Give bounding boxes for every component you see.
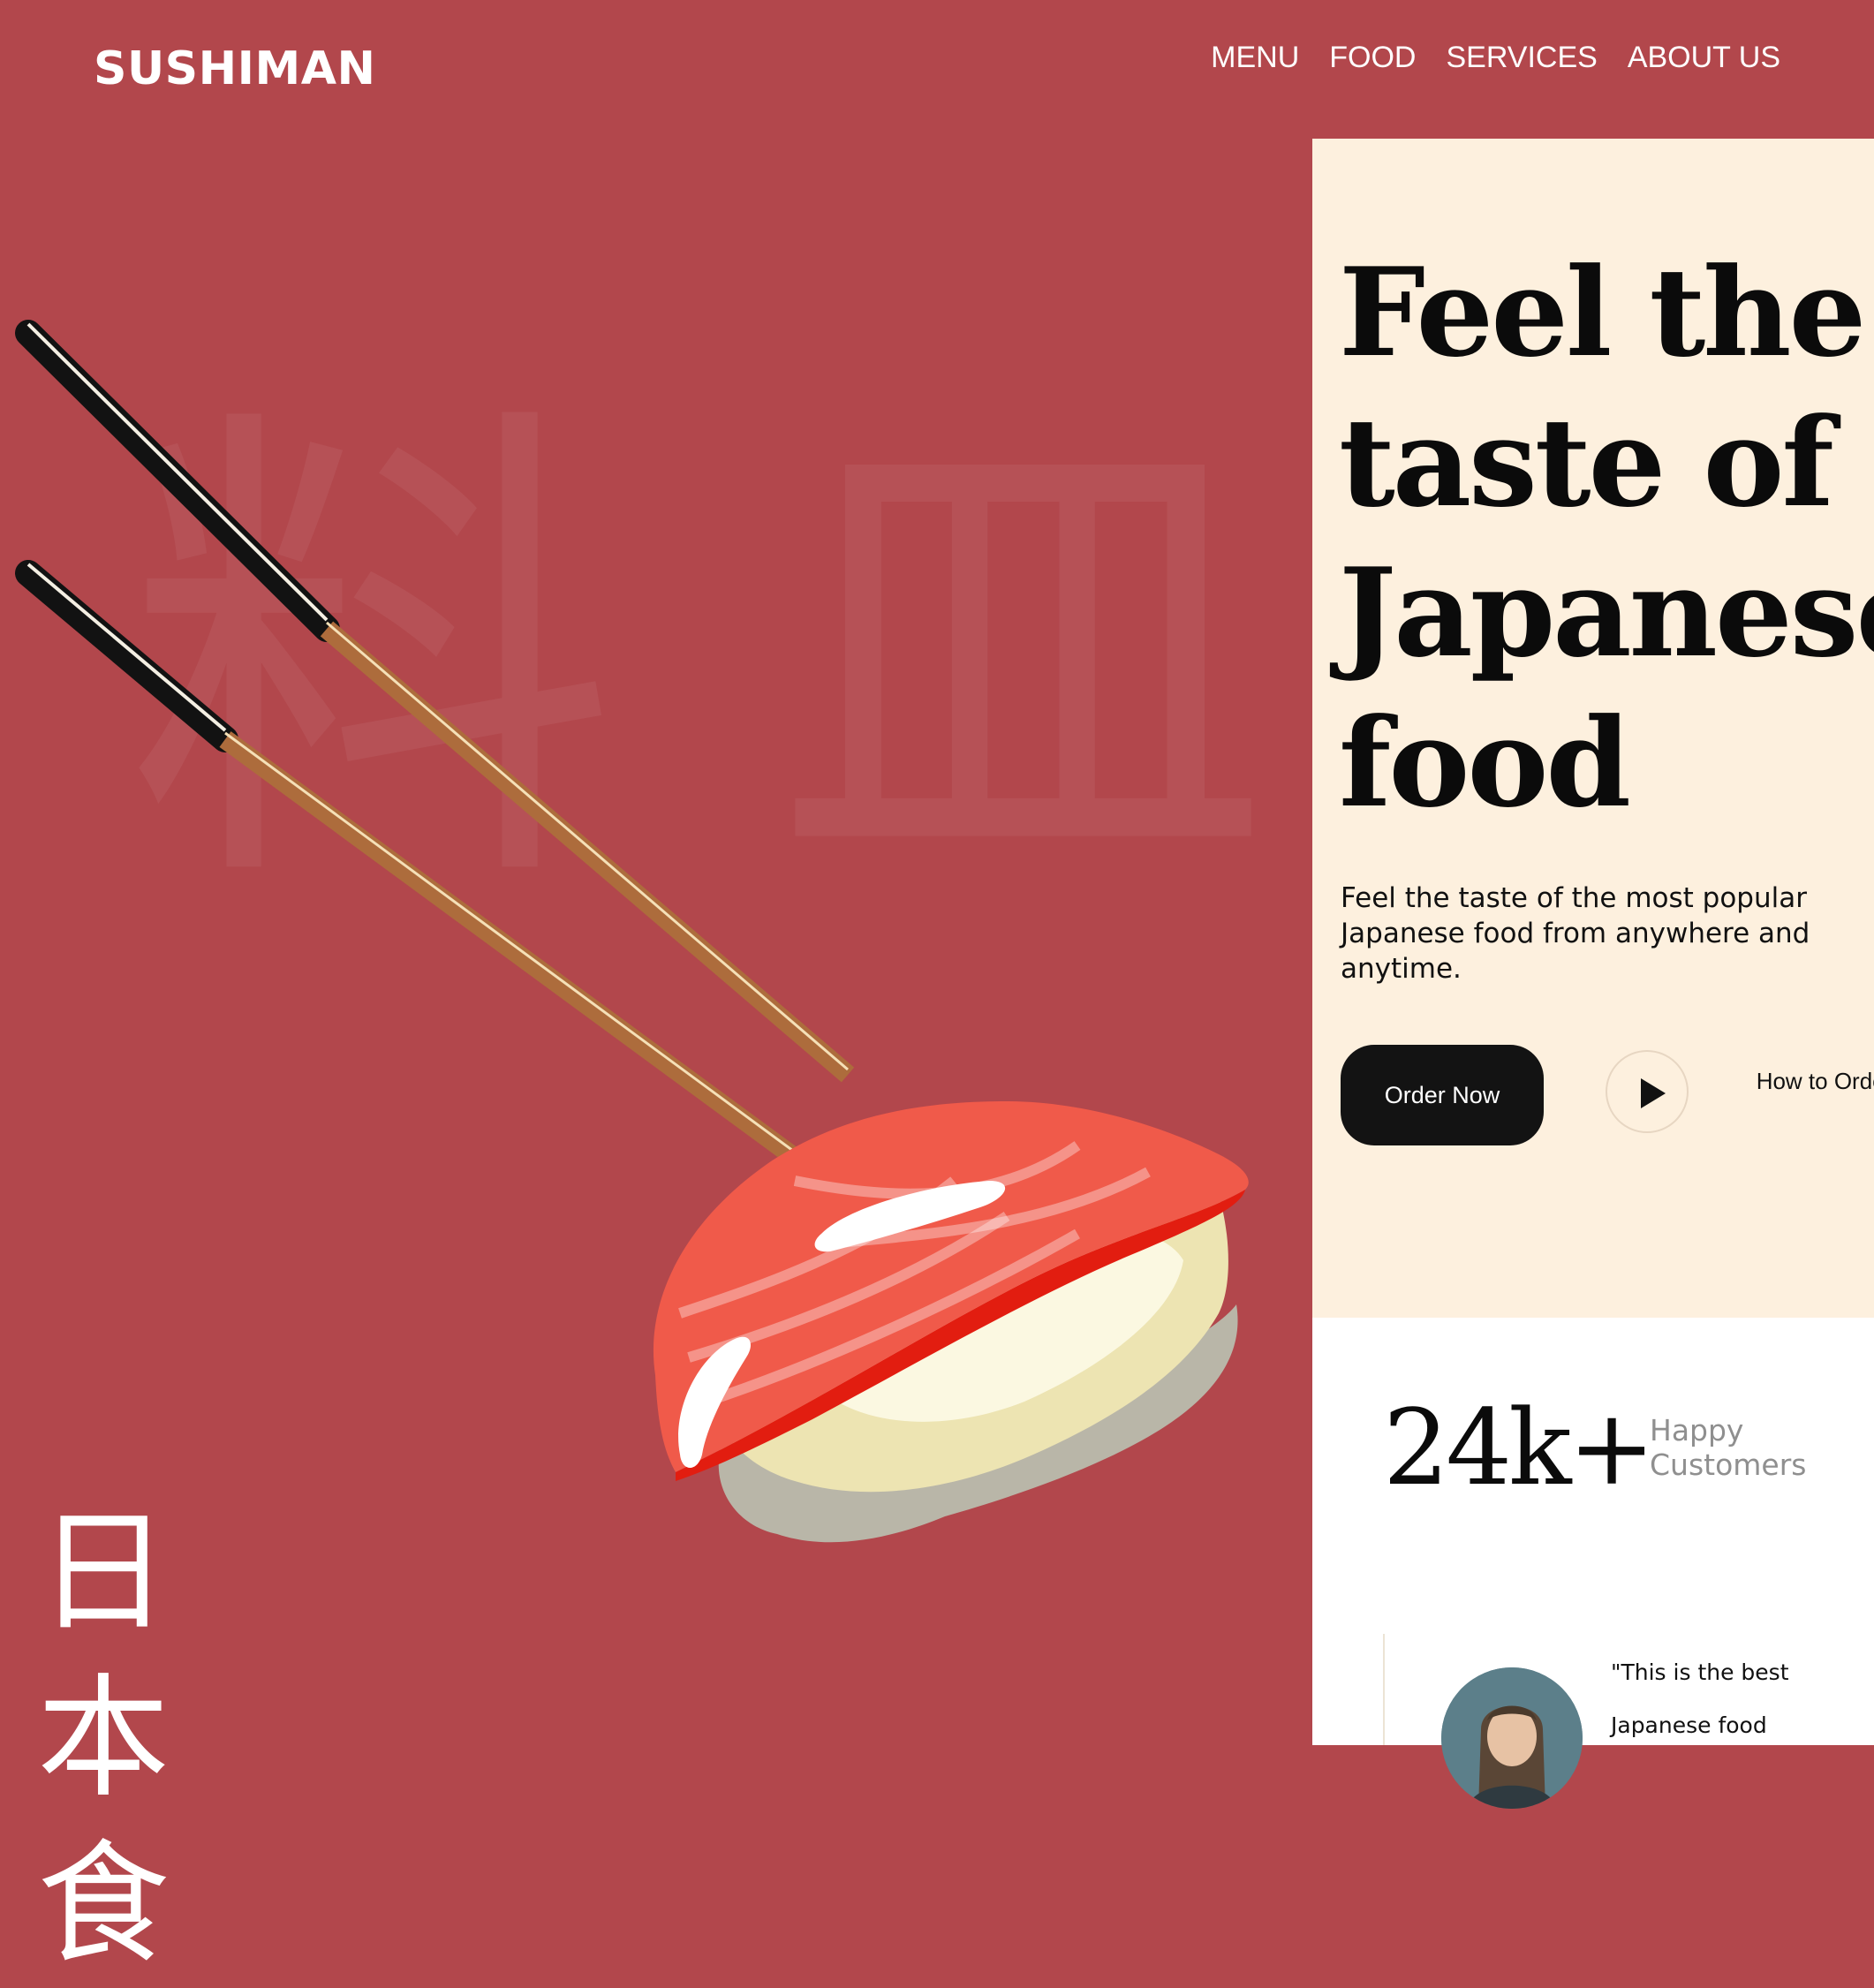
order-now-button[interactable]: Order Now (1341, 1045, 1544, 1145)
vertical-japanese-text: 日 本 食 (28, 1490, 178, 1988)
background-glyphs: 料 皿 (124, 369, 1270, 945)
how-to-order-link[interactable]: How to Order (1736, 1068, 1874, 1095)
play-icon (1641, 1078, 1666, 1108)
quote-line-2: Japanese food (1611, 1712, 1767, 1738)
vertical-char-3: 食 (36, 1828, 170, 1982)
nav-item-about-us[interactable]: ABOUT US (1628, 41, 1780, 75)
quote-line-1: "This is the best (1611, 1659, 1789, 1685)
happy-customers-label: Happy Customers (1650, 1413, 1807, 1482)
play-video-button[interactable] (1606, 1050, 1689, 1133)
vertical-char-2: 本 (36, 1662, 170, 1816)
hero-illustration-area: 料 皿 日 本 食 (0, 139, 1312, 1982)
testimonial-card: "This is the best Japanese food (1383, 1634, 1844, 1809)
happy-customers-count: 24k+ (1383, 1387, 1656, 1508)
site-header: SUSHIMAN MENU FOOD SERVICES ABOUT US (0, 0, 1874, 139)
nav-item-services[interactable]: SERVICES (1446, 41, 1597, 75)
nav-item-food[interactable]: FOOD (1329, 41, 1416, 75)
customer-avatar (1441, 1667, 1583, 1809)
hero-headline: Feel the taste of Japanese food (1339, 240, 1874, 835)
customer-portrait (1441, 1667, 1583, 1809)
brand-logo[interactable]: SUSHIMAN (94, 42, 376, 95)
stats-section: 24k+ Happy Customers "This is the best J… (1312, 1318, 1874, 1809)
testimonial-quote: "This is the best Japanese food (1611, 1646, 1840, 1752)
hero-subtext: Feel the taste of the most popular Japan… (1341, 882, 1810, 985)
vertical-char-1: 日 (36, 1496, 170, 1650)
nav-item-menu[interactable]: MENU (1211, 41, 1299, 75)
hero-illustration: 料 皿 (15, 320, 1270, 1543)
hero-panel: Feel the taste of Japanese food Feel the… (1312, 139, 1874, 1318)
main-nav: MENU FOOD SERVICES ABOUT US (1211, 41, 1780, 75)
